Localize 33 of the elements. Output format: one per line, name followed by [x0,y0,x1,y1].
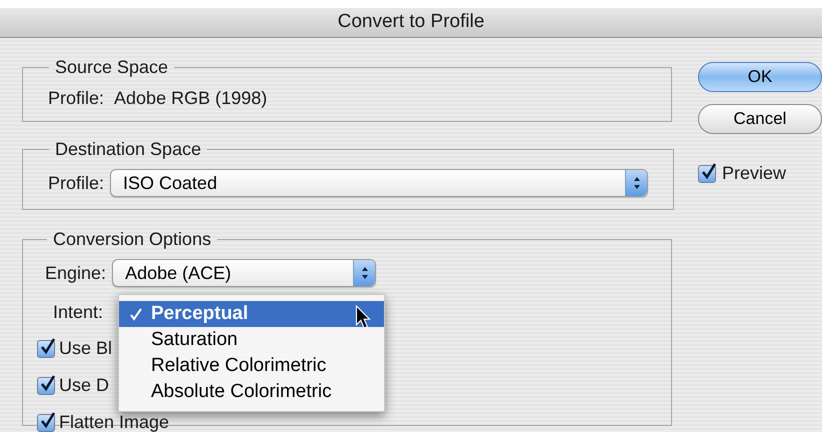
checkmark-icon [700,162,718,180]
profile-select[interactable]: ISO Coated [110,169,648,197]
stepper-icon [625,170,648,196]
intent-label: Intent: [53,300,104,324]
engine-label: Engine: [45,262,106,285]
group-legend: Source Space [49,54,174,81]
checkbox[interactable] [698,164,716,182]
stepper-icon [353,260,376,286]
profile-value: Adobe RGB (1998) [114,87,268,110]
checkbox-label: Flatten Image [59,411,170,432]
checkbox-label: Use Bl [59,337,112,360]
group-legend: Conversion Options [47,226,218,253]
menu-item[interactable]: Absolute Colorimetric [119,379,384,405]
cancel-button[interactable]: Cancel [698,104,822,134]
checkmark-icon [39,374,57,392]
checkmark-icon [129,307,143,321]
window-title: Convert to Profile [338,10,484,34]
checkbox[interactable] [37,340,55,358]
mouse-pointer-icon [355,305,371,329]
ok-button[interactable]: OK [698,62,822,92]
checkbox[interactable] [37,414,55,432]
checkbox[interactable] [37,376,55,394]
engine-select[interactable]: Adobe (ACE) [112,259,376,287]
profile-label: Profile: [48,87,104,110]
menu-item[interactable]: Relative Colorimetric [119,353,384,379]
menu-item[interactable]: Saturation [119,327,384,353]
menu-item[interactable]: Perceptual [119,301,384,327]
preview-label: Preview [722,162,786,185]
checkbox-label: Use D [59,374,110,397]
checkmark-icon [39,412,57,430]
profile-label: Profile: [48,172,104,194]
checkmark-icon [39,338,57,356]
group-legend: Destination Space [49,136,208,163]
